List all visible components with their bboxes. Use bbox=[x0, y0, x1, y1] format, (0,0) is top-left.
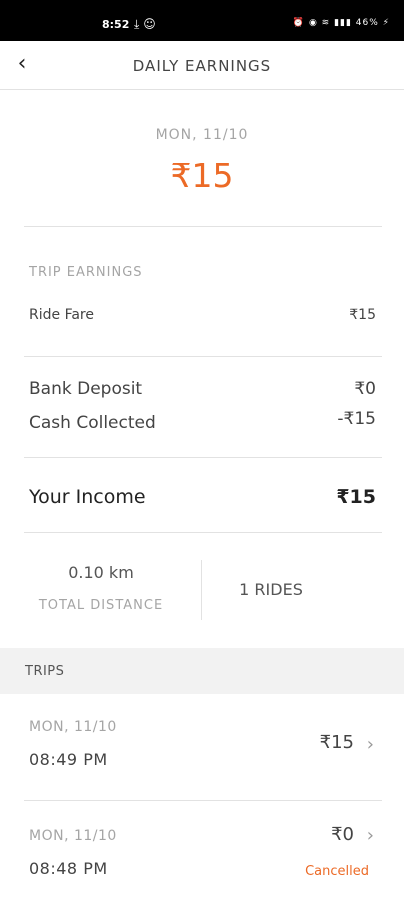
app-bar: ‹ DAILY EARNINGS bbox=[0, 41, 404, 90]
status-bar: 8:52 ⤓☺ ⏰ ◉ ≋ ▮▮▮ 46% ⚡ bbox=[0, 0, 404, 41]
trip-fare: ₹15 bbox=[319, 732, 354, 753]
divider bbox=[24, 532, 382, 533]
chevron-right-icon[interactable]: › bbox=[367, 825, 374, 846]
trip-earnings-heading: TRIP EARNINGS bbox=[29, 265, 143, 280]
page-title: DAILY EARNINGS bbox=[132, 57, 272, 75]
divider bbox=[24, 226, 382, 227]
total-distance-value: 0.10 km bbox=[68, 563, 134, 582]
battery-level: 46% bbox=[355, 18, 379, 28]
your-income-value: ₹15 bbox=[336, 486, 376, 508]
summary-total: ₹15 bbox=[170, 156, 234, 195]
trips-section-header: TRIPS bbox=[0, 648, 404, 694]
cash-collected-value: -₹15 bbox=[337, 409, 376, 429]
trip-date: MON, 11/10 bbox=[29, 719, 117, 735]
status-time: 8:52 bbox=[102, 18, 130, 31]
bank-deposit-value: ₹0 bbox=[354, 379, 376, 399]
divider bbox=[24, 457, 382, 458]
cash-collected-label: Cash Collected bbox=[29, 413, 156, 433]
trip-fare: ₹0 bbox=[331, 824, 354, 845]
ride-fare-label: Ride Fare bbox=[29, 307, 94, 323]
system-icons: ⏰ ◉ ≋ ▮▮▮ 46% ⚡ bbox=[292, 18, 390, 28]
notification-icons: ⤓☺ bbox=[134, 17, 160, 31]
trip-time: 08:49 PM bbox=[29, 750, 108, 769]
divider bbox=[24, 356, 382, 357]
ride-fare-value: ₹15 bbox=[349, 307, 376, 323]
trip-row[interactable]: MON, 11/10 08:48 PM ₹0 › Cancelled bbox=[0, 801, 404, 900]
bank-deposit-label: Bank Deposit bbox=[29, 379, 143, 399]
chevron-right-icon[interactable]: › bbox=[367, 734, 374, 755]
summary-day: MON, 11/10 bbox=[155, 127, 249, 143]
total-distance-label: TOTAL DISTANCE bbox=[38, 598, 164, 613]
your-income-label: Your Income bbox=[29, 486, 146, 508]
trip-row[interactable]: MON, 11/10 08:49 PM ₹15 › bbox=[0, 694, 404, 800]
trip-status-badge: Cancelled bbox=[305, 864, 369, 879]
trip-date: MON, 11/10 bbox=[29, 828, 117, 844]
trip-time: 08:48 PM bbox=[29, 859, 108, 878]
rides-count: 1 RIDES bbox=[239, 580, 303, 599]
trips-heading: TRIPS bbox=[25, 664, 65, 679]
